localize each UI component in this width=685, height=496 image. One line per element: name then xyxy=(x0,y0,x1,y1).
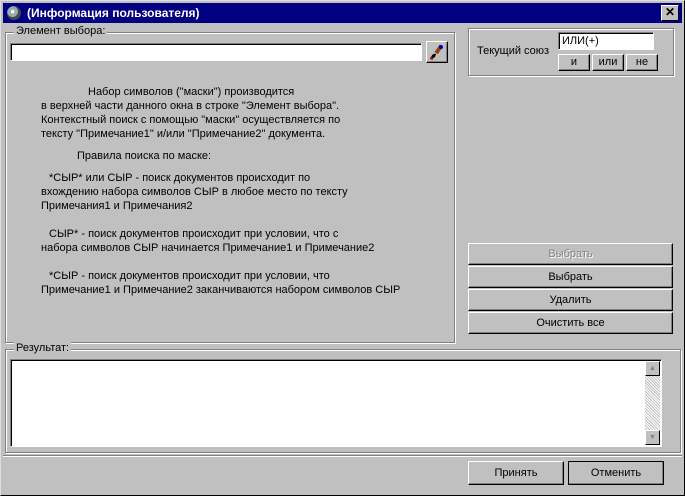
union-label: Текущий союз xyxy=(477,45,550,57)
user-info-dialog: (Информация пользователя) ✕ Элемент выбо… xyxy=(0,0,685,496)
help-text: Набор символов ("маски") производится в … xyxy=(41,85,451,297)
result-group: Результат: ▲ ▼ xyxy=(5,342,681,453)
scroll-down-arrow[interactable]: ▼ xyxy=(645,430,660,445)
accept-button[interactable]: Принять xyxy=(468,461,564,485)
help-line: Примечание1 и Примечание2 заканчиваются … xyxy=(41,284,401,296)
result-list[interactable]: ▲ ▼ xyxy=(10,359,662,447)
help-line: Контекстный поиск с помощью "маски" осущ… xyxy=(41,114,341,126)
close-button[interactable]: ✕ xyxy=(661,5,679,21)
brush-icon xyxy=(429,44,443,60)
help-line: тексту "Примечание1" и/или "Примечание2"… xyxy=(41,128,326,140)
or-button[interactable]: или xyxy=(592,54,624,71)
help-line: вхождению набора символов СЫР в любое ме… xyxy=(41,186,348,198)
clear-all-button[interactable]: Очистить все xyxy=(468,312,673,334)
help-line: Набор символов ("маски") производится xyxy=(88,86,295,98)
scroll-track[interactable] xyxy=(645,376,660,430)
not-button[interactable]: не xyxy=(626,54,658,71)
help-line: в верхней части данного окна в строке "Э… xyxy=(41,100,340,112)
cancel-button[interactable]: Отменить xyxy=(568,461,664,485)
help-line: *СЫР* или СЫР - поиск документов происхо… xyxy=(49,172,311,184)
mask-input[interactable] xyxy=(10,43,422,61)
element-selection-legend: Элемент выбора: xyxy=(14,25,108,37)
help-line: Правила поиска по маске: xyxy=(77,150,212,162)
help-line: *СЫР - поиск документов происходит при у… xyxy=(49,270,330,282)
scroll-up-arrow[interactable]: ▲ xyxy=(645,361,660,376)
help-line: Примечания1 и Примечания2 xyxy=(41,200,193,212)
help-line: набора символов СЫР начинается Примечани… xyxy=(41,242,375,254)
window-title: (Информация пользователя) xyxy=(27,6,200,20)
union-value: ИЛИ(+) xyxy=(558,32,654,50)
select-button-disabled: Выбрать xyxy=(468,243,673,265)
title-bar[interactable]: (Информация пользователя) ✕ xyxy=(3,3,682,23)
select-button[interactable]: Выбрать xyxy=(468,266,673,288)
result-legend: Результат: xyxy=(14,342,72,354)
help-line: СЫР* - поиск документов происходит при у… xyxy=(49,228,339,240)
union-group: Текущий союз ИЛИ(+) и или не xyxy=(468,28,674,76)
element-selection-group: Элемент выбора: Набор символов ("маски")… xyxy=(5,25,455,343)
edit-mask-button[interactable] xyxy=(426,41,448,63)
result-scrollbar[interactable]: ▲ ▼ xyxy=(645,361,660,445)
footer-divider xyxy=(3,455,682,457)
app-icon xyxy=(7,6,21,20)
union-value-text: ИЛИ(+) xyxy=(562,35,599,47)
close-icon: ✕ xyxy=(664,5,676,19)
and-button[interactable]: и xyxy=(558,54,590,71)
delete-button[interactable]: Удалить xyxy=(468,289,673,311)
